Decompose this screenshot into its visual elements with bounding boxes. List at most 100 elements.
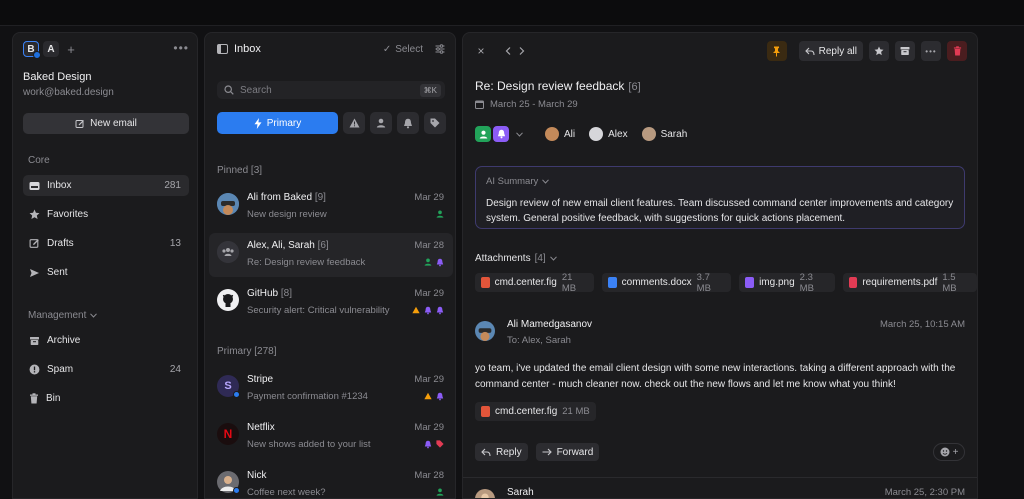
chevron-down-icon[interactable] [516,131,523,137]
new-email-label: New email [90,118,137,129]
attachment-chip[interactable]: comments.docx 3.7 MB [602,272,732,294]
list-item[interactable]: N Netflix Mar 29 New shows added to your… [209,415,453,459]
primary-label: Primary [217,346,252,357]
attachment-chip[interactable]: cmd.center.fig 21 MB [475,272,595,294]
doc-file-icon [608,277,617,288]
new-email-button[interactable]: New email [23,113,189,134]
mail-date: Mar 29 [414,192,444,203]
mail-sender: Netflix [247,422,275,433]
mail-tags [424,392,444,401]
participant-sarah[interactable]: Sarah [641,127,688,141]
sender-avatar [475,489,495,498]
notification-tag-icon [436,258,444,267]
list-item[interactable]: Ali from Baked [9] Mar 29 New design rev… [209,185,453,229]
add-reaction-button[interactable]: + [933,443,965,461]
chevron-right-icon[interactable] [519,47,525,55]
sidebar-item-label: Bin [46,393,61,404]
personal-tag-icon [424,258,432,266]
sidebar-item-drafts[interactable]: Drafts 13 [23,233,189,254]
sidebar-item-favorites[interactable]: Favorites [23,204,189,225]
sidebar: B A + ••• Baked Design work@baked.design… [12,32,198,499]
ai-summary-toggle[interactable]: AI Summary [486,176,550,187]
attachment-size: 1.5 MB [942,271,957,294]
filter-notifications-button[interactable] [397,112,419,134]
netflix-avatar: N [217,423,239,445]
sidebar-toggle-icon[interactable] [217,44,228,54]
sender-name: Alex, Ali, Sarah [247,240,315,251]
message-list-panel: Inbox ✓ Select Search ⌘K Primary Pinned [… [204,32,456,499]
list-item[interactable]: GitHub [8] Mar 29 Security alert: Critic… [209,281,453,325]
more-dots-icon[interactable]: ••• [173,41,189,55]
attachment-chip[interactable]: cmd.center.fig 21 MB [475,402,596,421]
sidebar-item-label: Archive [47,335,81,346]
more-button[interactable]: ••• [921,41,941,61]
workspace-email: work@baked.design [23,87,114,98]
sidebar-item-label: Spam [47,364,74,375]
filter-sliders-icon[interactable] [435,44,445,54]
participant-name: Sarah [660,128,688,140]
archive-icon [29,336,40,346]
add-account-plus-icon[interactable]: + [63,41,79,57]
list-header: Inbox ✓ Select [217,41,445,57]
participant-name: Alex [608,128,628,140]
personal-label-badge[interactable] [475,126,491,142]
filter-alerts-button[interactable] [343,112,365,134]
delete-button[interactable] [947,41,967,61]
forward-button[interactable]: Forward [535,443,600,461]
attachments-toggle[interactable]: Attachments [4] [475,253,557,264]
management-section-toggle[interactable]: Management [28,310,98,321]
avatar [641,127,656,141]
pin-button[interactable] [766,41,787,61]
primary-group-header: Primary [278] [217,346,276,357]
participant-ali[interactable]: Ali [545,127,575,141]
sidebar-item-label: Drafts [47,238,74,249]
filter-promotions-button[interactable] [424,112,446,134]
account-a[interactable]: A [43,41,59,57]
attachment-chip[interactable]: img.png 2.3 MB [739,272,835,294]
avatar [217,471,240,494]
chevron-left-icon[interactable] [505,47,511,55]
trash-icon [29,393,39,404]
attachment-name: requirements.pdf [862,277,938,288]
active-check-icon [33,51,41,59]
reply-all-button[interactable]: Reply all [798,41,863,61]
list-item[interactable]: Alex, Ali, Sarah [6] Mar 28 Re: Design r… [209,233,453,277]
account-b[interactable]: B [23,41,41,59]
search-input[interactable]: Search ⌘K [217,81,445,99]
sidebar-item-label: Favorites [47,209,89,220]
filter-primary-label: Primary [266,117,302,129]
sidebar-item-bin[interactable]: Bin [23,388,189,409]
notification-tag-icon [424,440,432,449]
attachments-label: Attachments [475,253,531,264]
ai-summary-card: AI Summary Design review of new email cl… [475,166,965,229]
close-icon[interactable]: × [475,44,487,58]
participant-alex[interactable]: Alex [589,127,628,141]
filter-personal-button[interactable] [370,112,392,134]
sidebar-item-archive[interactable]: Archive [23,330,189,351]
favorite-button[interactable] [869,41,889,61]
sender-name: Nick [247,470,267,481]
subject-text: Re: Design review feedback [475,79,625,93]
check-icon: ✓ [382,43,392,55]
mail-date: Mar 29 [414,288,444,299]
stripe-avatar: S [217,375,240,398]
sidebar-item-sent[interactable]: Sent [23,262,189,283]
sidebar-item-spam[interactable]: Spam 24 [23,359,189,380]
forward-label: Forward [556,446,594,458]
select-button[interactable]: ✓ Select [383,44,423,55]
sidebar-item-count: 13 [169,238,181,249]
list-item[interactable]: Nick Mar 28 Coffee next week? [209,463,453,498]
message-sender: Ali Mamedgasanov [507,319,593,330]
account-a-letter: A [47,43,55,55]
message-date: March 25, 2:30 PM [884,487,965,498]
list-item[interactable]: S Stripe Mar 29 Payment confirmation #12… [209,367,453,411]
group-avatar [217,241,239,263]
filter-primary-button[interactable]: Primary [217,112,338,134]
archive-button[interactable] [895,41,915,61]
attachment-chip[interactable]: requirements.pdf 1.5 MB [842,271,977,294]
sender-avatar [475,321,495,341]
notification-label-badge[interactable] [493,126,509,142]
reply-button[interactable]: Reply [475,443,528,461]
tag-icon [430,118,440,128]
sidebar-item-inbox[interactable]: Inbox 281 [23,175,189,196]
